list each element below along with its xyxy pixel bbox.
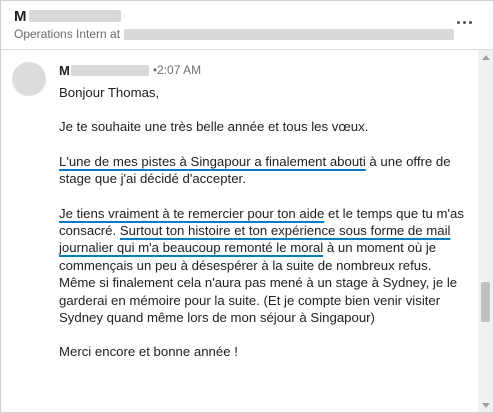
- underlined-offer: L'une de mes pistes à Singapour a finale…: [59, 153, 366, 169]
- greeting: Bonjour Thomas,: [59, 85, 160, 100]
- avatar[interactable]: [12, 62, 46, 96]
- headline-prefix: Operations Intern at: [14, 27, 121, 41]
- redacted-company: [124, 28, 455, 40]
- closing: Merci encore et bonne année !: [59, 344, 238, 360]
- more-options-button[interactable]: [455, 13, 473, 31]
- paragraph-wishes: Je te souhaite une très belle année et t…: [59, 119, 369, 135]
- message-timestamp: 2:07 AM: [157, 63, 202, 77]
- redacted-sender-name: [70, 64, 149, 76]
- paragraph-thanks: Je tiens vraiment à te remercier pour to…: [59, 205, 471, 327]
- scrollbar-thumb[interactable]: [481, 282, 490, 322]
- message-window: M Operations Intern at M • 2:07 AM Bonjo…: [0, 0, 494, 413]
- more-horizontal-icon: [456, 20, 460, 24]
- underlined-thanks: Je tiens vraiment à te remercier pour to…: [59, 205, 325, 221]
- message-meta: M • 2:07 AM: [59, 62, 201, 78]
- contact-name[interactable]: M: [14, 7, 121, 25]
- vertical-scrollbar[interactable]: [478, 50, 493, 412]
- redacted-contact-name: [28, 10, 121, 22]
- contact-headline: Operations Intern at: [14, 27, 455, 41]
- conversation-header: M Operations Intern at: [1, 1, 493, 50]
- sender-initial[interactable]: M: [59, 63, 70, 78]
- contact-name-initial: M: [14, 7, 27, 25]
- arrow-down-icon: [481, 402, 490, 408]
- paragraph-offer: L'une de mes pistes à Singapour a finale…: [59, 153, 471, 188]
- arrow-up-icon: [481, 54, 490, 60]
- scroll-up-button[interactable]: [478, 50, 493, 64]
- message-body: Bonjour Thomas, Je te souhaite une très …: [59, 84, 471, 378]
- scroll-down-button[interactable]: [478, 398, 493, 412]
- message-item: M • 2:07 AM Bonjour Thomas, Je te souhai…: [1, 50, 477, 412]
